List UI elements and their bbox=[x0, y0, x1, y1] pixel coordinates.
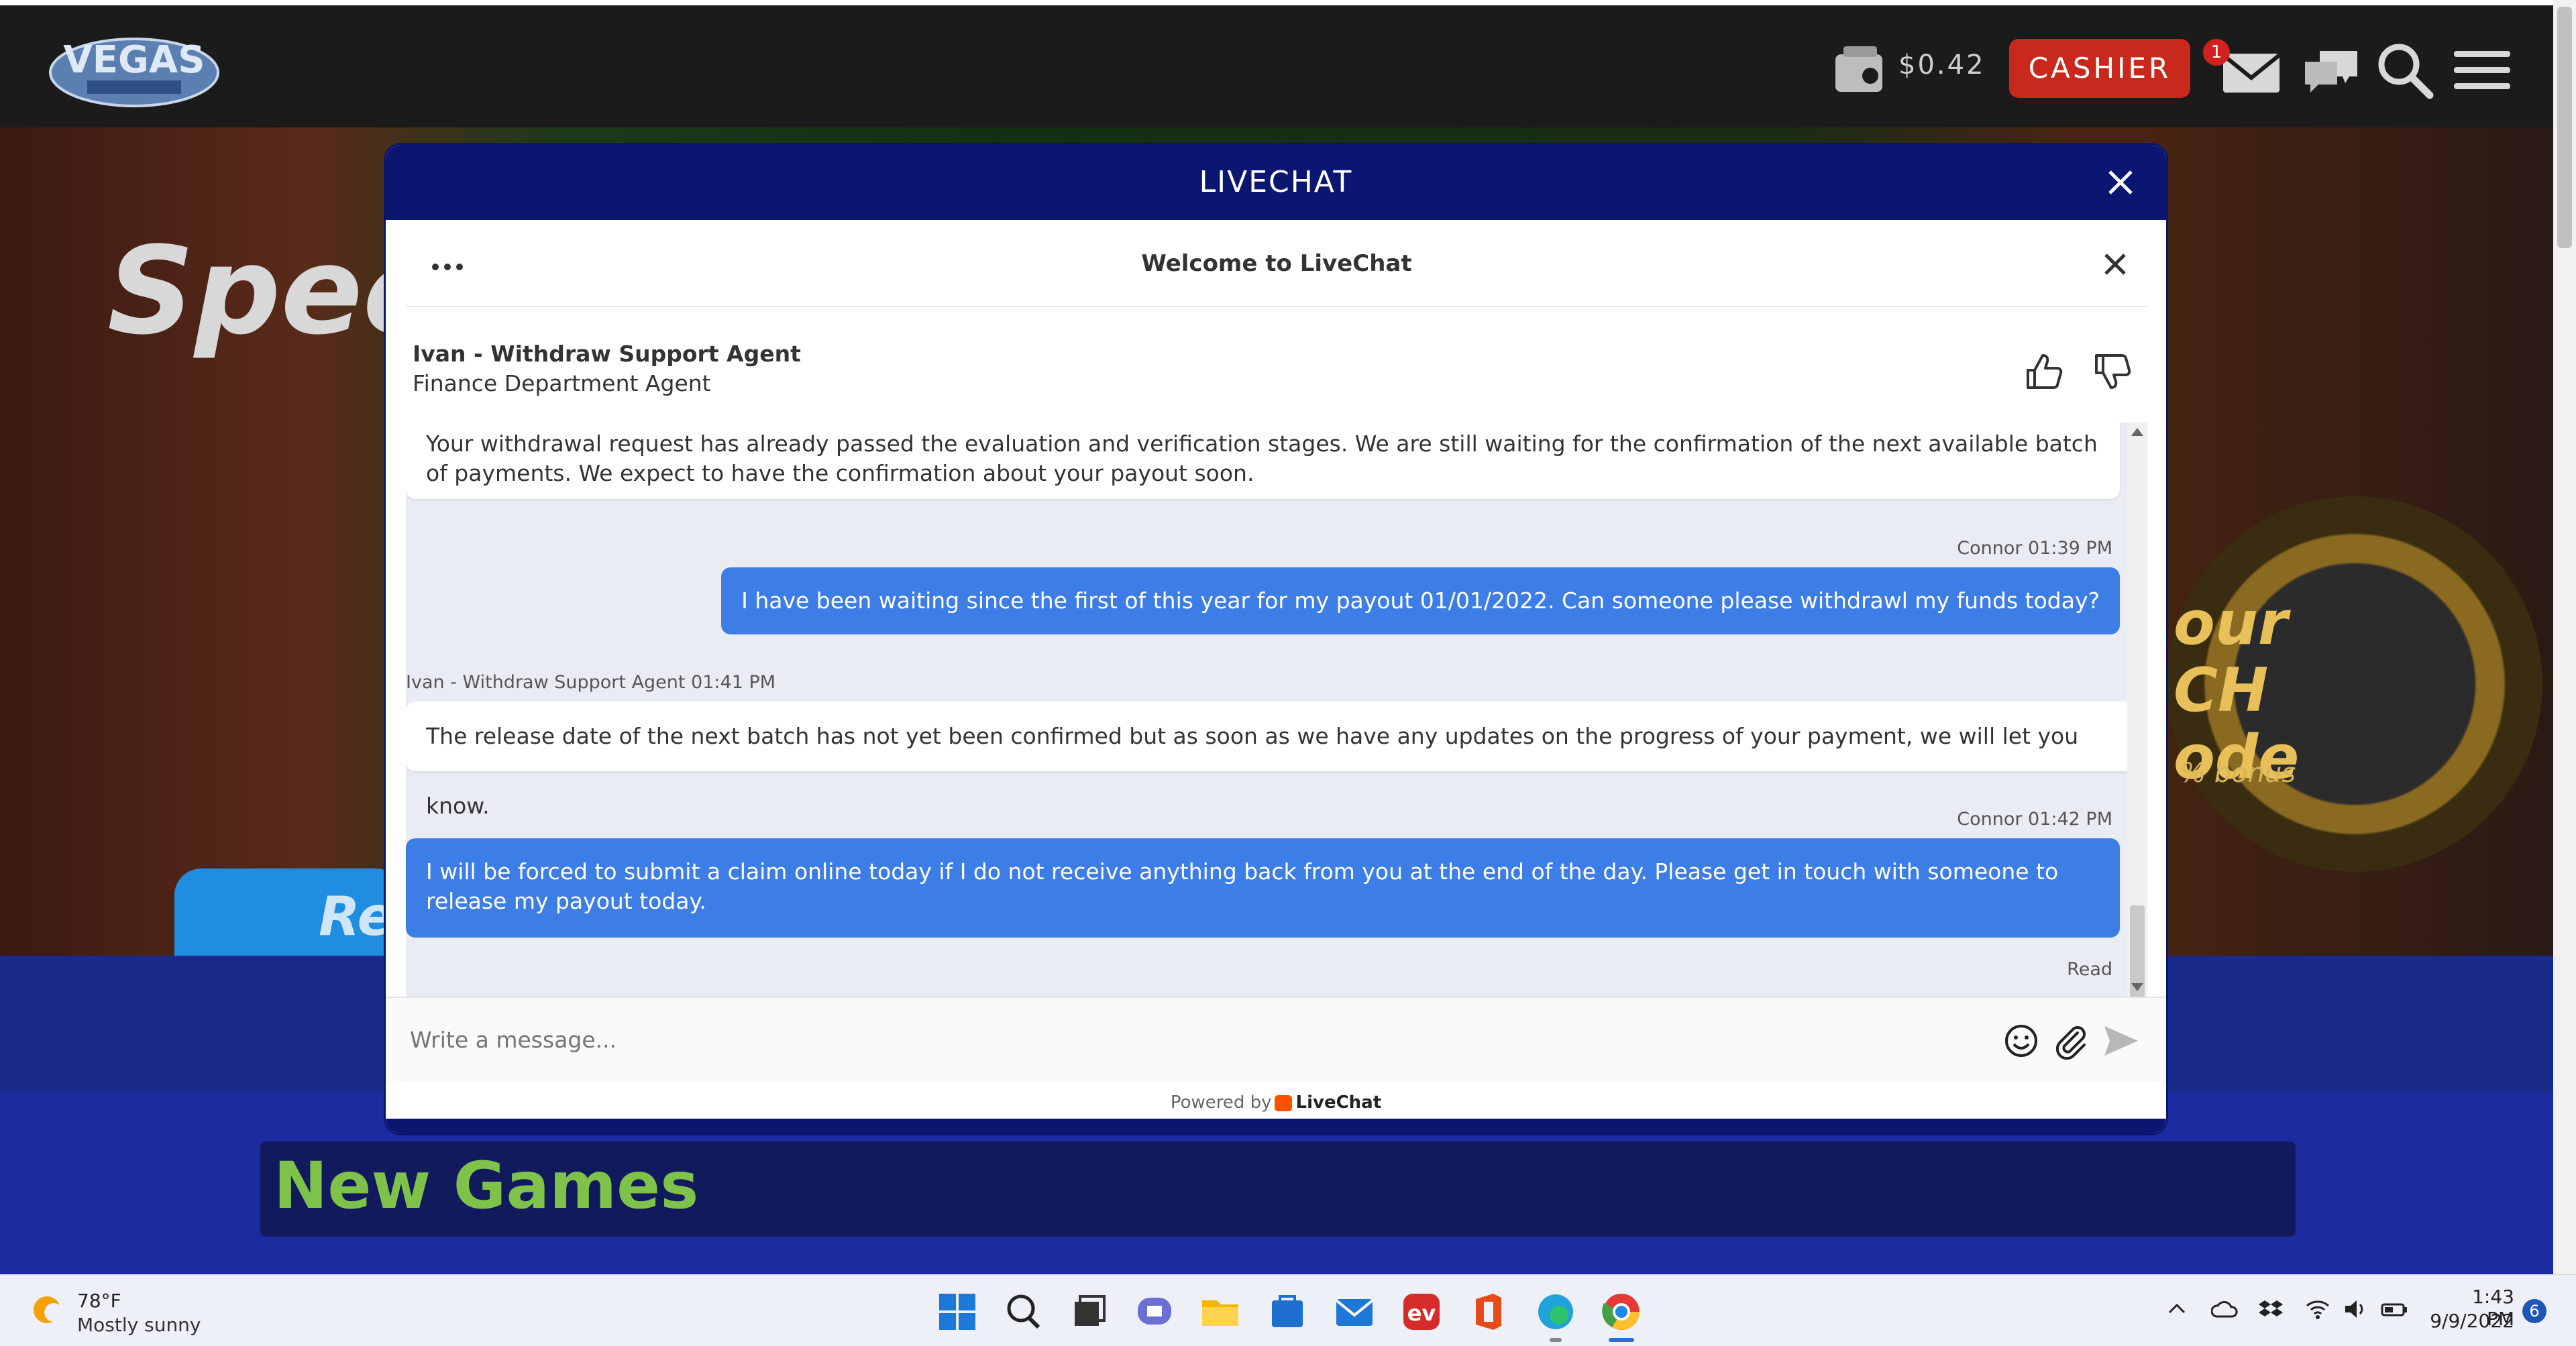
task-view-icon[interactable] bbox=[1065, 1288, 1112, 1335]
livechat-minimize-button[interactable] bbox=[2096, 245, 2134, 283]
battery-icon bbox=[2381, 1303, 2407, 1316]
hero-button-label: Re bbox=[319, 885, 394, 948]
dropbox-button[interactable] bbox=[2258, 1298, 2284, 1326]
taskbar-search-icon[interactable] bbox=[1000, 1288, 1046, 1335]
scroll-up-arrow-icon[interactable] bbox=[2131, 428, 2143, 436]
office-icon[interactable] bbox=[1465, 1288, 1512, 1335]
emoji-icon[interactable] bbox=[2001, 1021, 2041, 1061]
show-hidden-icons-button[interactable] bbox=[2165, 1298, 2188, 1326]
dropbox-icon bbox=[2259, 1300, 2283, 1316]
onedrive-cloud-icon bbox=[2210, 1301, 2238, 1318]
svg-text:ev: ev bbox=[1407, 1300, 1436, 1326]
wallet-icon[interactable] bbox=[1831, 42, 1892, 96]
page-scrollbar-thumb[interactable] bbox=[2557, 7, 2572, 248]
agent-message: The release date of the next batch has n… bbox=[406, 702, 2147, 819]
volume-button[interactable] bbox=[2343, 1298, 2368, 1326]
edge-browser-icon[interactable] bbox=[1532, 1288, 1579, 1335]
user-message: I have been waiting since the first of t… bbox=[721, 567, 2120, 634]
wifi-icon bbox=[2306, 1300, 2329, 1319]
chrome-active-indicator bbox=[1609, 1338, 1634, 1342]
agent-role: Finance Department Agent bbox=[413, 370, 711, 396]
hamburger-menu-icon[interactable] bbox=[2450, 38, 2514, 102]
mail-badge: 1 bbox=[2203, 39, 2230, 66]
site-header: VEGAS $0.42 CASHIER 1 bbox=[0, 0, 2553, 127]
vegas-casino-logo[interactable]: VEGAS bbox=[47, 25, 221, 116]
message-meta: Ivan - Withdraw Support Agent 01:41 PM bbox=[406, 672, 776, 693]
chrome-browser-icon[interactable] bbox=[1598, 1288, 1645, 1335]
agent-info-bar: Ivan - Withdraw Support Agent Finance De… bbox=[406, 309, 2147, 423]
thumbs-down-icon[interactable] bbox=[2091, 350, 2134, 393]
scroll-down-arrow-icon[interactable] bbox=[2131, 983, 2143, 991]
account-balance: $0.42 bbox=[1898, 50, 1986, 80]
thumbs-up-icon[interactable] bbox=[2023, 350, 2065, 393]
wifi-button[interactable] bbox=[2305, 1298, 2330, 1326]
windows-start-icon[interactable] bbox=[934, 1288, 981, 1335]
close-icon bbox=[2108, 170, 2133, 194]
microsoft-store-icon[interactable] bbox=[1264, 1288, 1311, 1335]
modal-footer-bar bbox=[386, 1119, 2166, 1133]
modal-header: LIVECHAT bbox=[386, 145, 2166, 220]
battery-button[interactable] bbox=[2380, 1298, 2408, 1326]
livechat-header: Welcome to LiveChat bbox=[406, 220, 2147, 307]
notification-badge[interactable]: 6 bbox=[2522, 1299, 2546, 1323]
message-meta: Connor 01:39 PM bbox=[1957, 538, 2112, 559]
chat-bubbles-icon[interactable] bbox=[2300, 38, 2364, 102]
svg-text:VEGAS: VEGAS bbox=[63, 38, 205, 82]
powered-by-footer[interactable]: Powered by LiveChat bbox=[386, 1082, 2166, 1123]
read-receipt: Read bbox=[2067, 959, 2112, 980]
expressvpn-icon[interactable]: ev bbox=[1398, 1288, 1445, 1335]
chevron-up-icon bbox=[2168, 1303, 2186, 1314]
attachment-icon[interactable] bbox=[2051, 1021, 2091, 1061]
modal-close-button[interactable] bbox=[2102, 164, 2139, 201]
speaker-icon bbox=[2345, 1300, 2363, 1318]
edge-running-indicator bbox=[1550, 1338, 1562, 1342]
livechat-welcome-title: Welcome to LiveChat bbox=[1141, 250, 1412, 277]
search-icon[interactable] bbox=[2372, 38, 2436, 102]
message-input[interactable] bbox=[409, 1018, 1951, 1061]
message-meta: Connor 01:42 PM bbox=[1957, 809, 2112, 830]
powered-by-brand: LiveChat bbox=[1295, 1092, 1382, 1113]
message-composer bbox=[386, 997, 2166, 1082]
mail-app-icon[interactable] bbox=[1331, 1288, 1378, 1335]
windows-taskbar: 78°F Mostly sunny ev 1:43 PM 9/9/2022 6 bbox=[0, 1274, 2576, 1346]
livechat-modal: LIVECHAT Welcome to LiveChat Ivan - With… bbox=[384, 143, 2168, 1135]
weather-description[interactable]: Mostly sunny bbox=[77, 1314, 201, 1336]
agent-name: Ivan - Withdraw Support Agent bbox=[413, 341, 801, 367]
powered-by-label: Powered by bbox=[1170, 1092, 1272, 1113]
sunny-weather-icon[interactable] bbox=[28, 1290, 70, 1331]
livechat-logo-icon bbox=[1274, 1095, 1292, 1111]
user-message: I will be forced to submit a claim onlin… bbox=[406, 838, 2120, 938]
clock-date[interactable]: 9/9/2022 bbox=[2427, 1310, 2514, 1332]
file-explorer-icon[interactable] bbox=[1197, 1288, 1244, 1335]
modal-title: LIVECHAT bbox=[1199, 165, 1353, 199]
teams-chat-icon[interactable] bbox=[1131, 1288, 1178, 1335]
send-icon[interactable] bbox=[2100, 1021, 2141, 1061]
new-games-heading: New Games bbox=[274, 1148, 699, 1223]
close-icon bbox=[2104, 254, 2126, 275]
agent-message: Your withdrawal request has already pass… bbox=[406, 423, 2120, 499]
onedrive-button[interactable] bbox=[2210, 1298, 2238, 1326]
cashier-button[interactable]: CASHIER bbox=[2009, 39, 2190, 98]
hero-button[interactable]: Re bbox=[174, 868, 402, 956]
weather-temperature[interactable]: 78°F bbox=[77, 1290, 121, 1312]
promo-badge-bonus: % bonus bbox=[2180, 758, 2296, 789]
